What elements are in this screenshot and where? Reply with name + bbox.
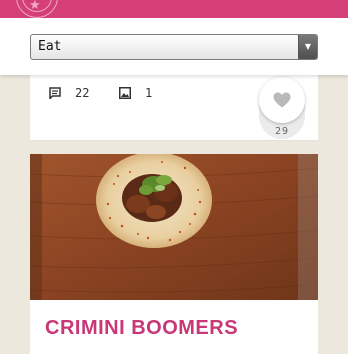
dropdown-arrow-icon[interactable]: ▼ [298,35,317,59]
photo-count-value: 1 [145,86,153,100]
category-select-value: Eat [38,39,62,54]
post-image[interactable] [30,154,318,300]
like-widget: 29 [259,77,305,139]
taco-photo [30,154,318,300]
comment-icon [49,87,61,99]
like-button[interactable] [259,77,305,123]
post-card: CRIMINI BOOMERS [30,154,318,354]
comment-count[interactable]: 22 [49,85,89,101]
star-icon: ★ [29,0,41,13]
photo-count[interactable]: 1 [119,85,152,101]
site-logo[interactable]: ★ [16,0,58,18]
header-bar: ★ [0,0,348,18]
comment-count-value: 22 [75,86,90,100]
category-select[interactable]: Eat ▼ [30,34,318,60]
heart-icon [273,92,291,108]
like-count: 29 [274,126,290,137]
filter-panel: Eat ▼ [0,18,348,75]
photo-icon [119,87,131,99]
post-title[interactable]: CRIMINI BOOMERS [45,317,238,340]
